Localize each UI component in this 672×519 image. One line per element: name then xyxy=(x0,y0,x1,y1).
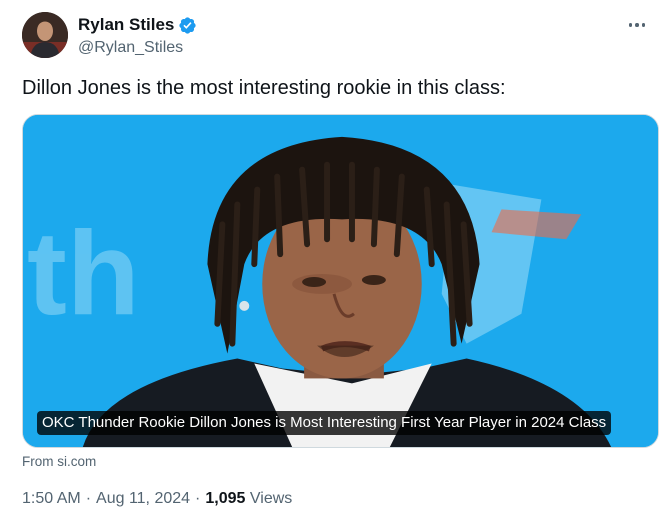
tweet-text: Dillon Jones is the most interesting roo… xyxy=(22,77,506,99)
verified-badge-icon xyxy=(179,16,196,34)
avatar[interactable] xyxy=(22,12,68,58)
card-title: OKC Thunder Rookie Dillon Jones is Most … xyxy=(37,411,612,435)
views-count: 1,095 xyxy=(205,490,246,507)
author-name-text[interactable]: Rylan Stiles xyxy=(78,15,174,35)
avatar-image xyxy=(22,12,68,58)
meta-separator: · xyxy=(195,490,201,507)
svg-text:th: th xyxy=(27,207,140,340)
author-handle[interactable]: @Rylan_Stiles xyxy=(78,39,183,57)
link-card[interactable]: th OKC Thunder Rookie Dillon Jones is Mo… xyxy=(22,114,659,448)
author-name[interactable]: Rylan Stiles xyxy=(78,15,197,35)
card-image: th xyxy=(23,115,658,447)
tweet-time[interactable]: 1:50 AM xyxy=(22,490,81,507)
tweet-meta: 1:50 AM · Aug 11, 2024 · 1,095 Views xyxy=(22,490,292,508)
meta-separator: · xyxy=(85,490,92,507)
tweet-date[interactable]: Aug 11, 2024 xyxy=(96,490,190,507)
views-label: Views xyxy=(249,490,293,507)
card-source[interactable]: From si.com xyxy=(22,454,96,469)
more-options-icon[interactable] xyxy=(626,16,648,34)
tweet: Rylan Stiles @Rylan_Stiles Dillon Jones … xyxy=(0,0,672,519)
